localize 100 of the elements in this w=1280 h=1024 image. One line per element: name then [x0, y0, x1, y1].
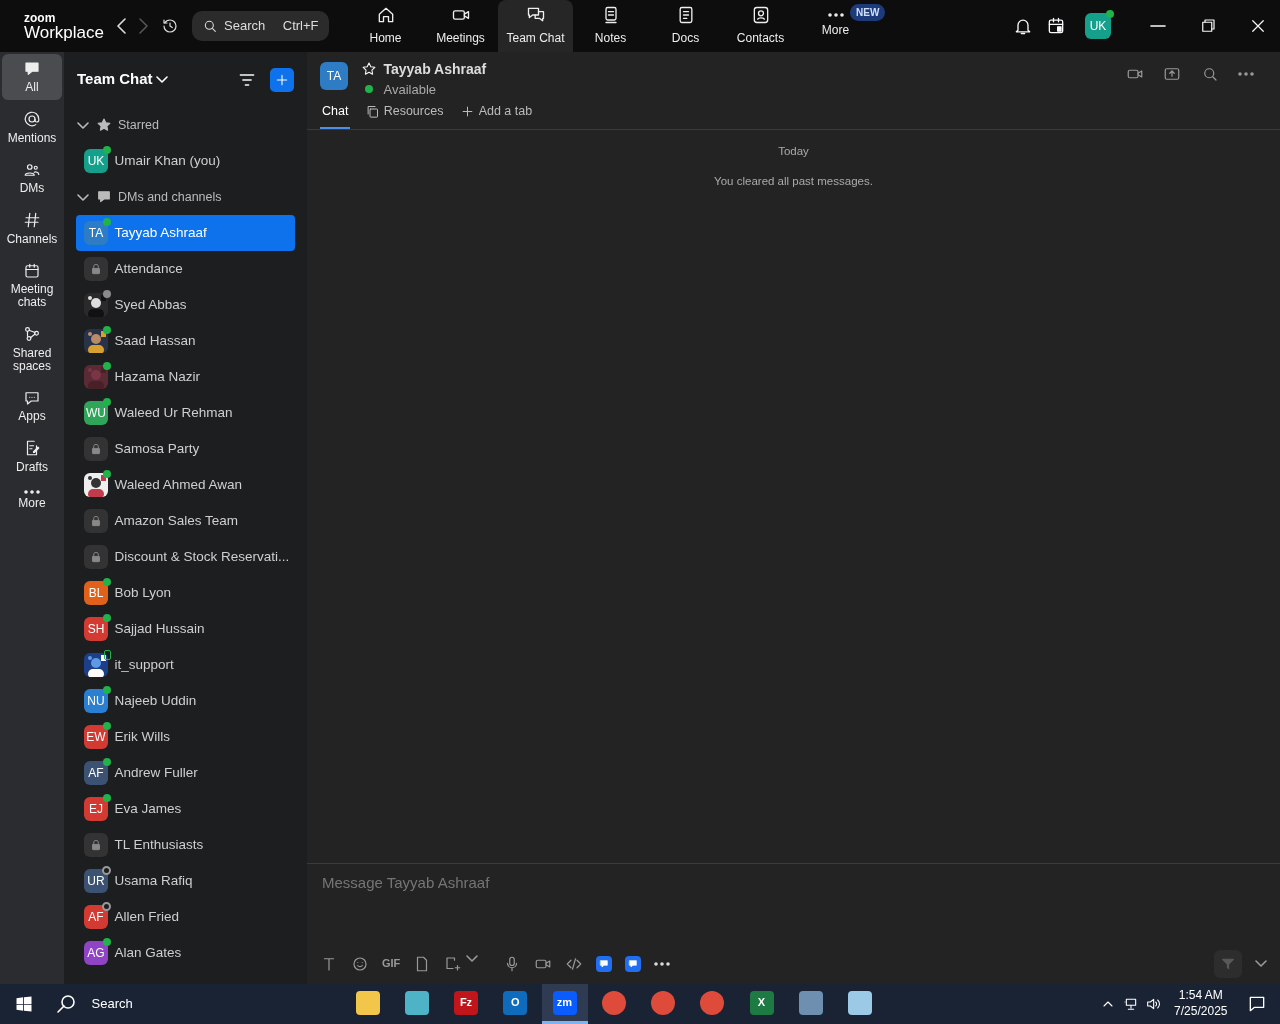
rail-item[interactable]: DMs — [2, 154, 62, 202]
section-header[interactable]: Starred — [64, 107, 172, 143]
rail-item[interactable]: Shared spaces — [2, 319, 62, 379]
rail-item[interactable]: Drafts — [2, 433, 62, 480]
rail-item[interactable]: Mentions — [2, 104, 62, 151]
app-icon — [598, 958, 609, 969]
new-chat-button[interactable] — [270, 67, 294, 92]
lock-icon — [89, 514, 103, 528]
conversation-item[interactable]: AG Alan Gates — [76, 935, 295, 971]
rail-item[interactable]: Channels — [2, 205, 62, 252]
close-button[interactable] — [1249, 17, 1267, 35]
share-screen-button[interactable] — [1163, 65, 1181, 83]
hash-icon — [23, 211, 41, 230]
back-button[interactable] — [116, 18, 126, 34]
conversation-item[interactable]: SH Sajjad Hussain — [76, 611, 295, 647]
conversation-item[interactable]: NU Najeeb Uddin — [76, 683, 295, 719]
app-icon: Fz — [454, 990, 478, 1015]
conversation-item[interactable]: Discount & Stock Reservati... — [76, 539, 295, 575]
avatar: AG — [84, 941, 108, 965]
rail-item[interactable]: More — [2, 483, 62, 517]
conversation-item[interactable]: TA Tayyab Ashraaf — [76, 215, 295, 251]
close-icon — [1249, 17, 1267, 35]
status-text: Available — [383, 80, 437, 99]
speaker-icon — [1145, 996, 1162, 1012]
conversation-item[interactable]: Waleed Ahmed Awan — [76, 467, 295, 503]
conversation-item[interactable]: EJ Eva James — [76, 791, 295, 827]
chat-tab[interactable]: Add a tab — [458, 96, 535, 129]
screenshot-button[interactable] — [444, 954, 478, 973]
nav-tab[interactable]: Team Chat — [498, 0, 573, 52]
lock-icon — [89, 838, 103, 852]
conversation-item[interactable]: BL Bob Lyon — [76, 575, 295, 611]
contact-name: Tayyab Ashraaf — [383, 59, 487, 79]
rail-item[interactable]: Apps — [2, 383, 62, 430]
avatar: EJ — [84, 797, 108, 821]
conversation-item[interactable]: UR Usama Rafiq — [76, 863, 295, 899]
taskbar-app[interactable]: X — [738, 984, 785, 1024]
history-button[interactable] — [160, 17, 179, 35]
avatar: AF — [84, 905, 108, 929]
avatar: UK — [84, 149, 108, 173]
nav-tab[interactable]: Home — [348, 0, 423, 52]
conversation-item[interactable]: WU Waleed Ur Rehman — [76, 395, 295, 431]
avatar: TA — [84, 221, 108, 245]
app-icon — [627, 958, 638, 969]
search-field[interactable]: Search Ctrl+F — [191, 11, 329, 41]
new-badge: NEW — [850, 4, 886, 21]
speech-bubble-icon — [1247, 994, 1267, 1014]
avatar: SH — [84, 617, 108, 641]
conversation-item[interactable]: UK Umair Khan (you) — [76, 143, 295, 179]
more-button[interactable] — [653, 961, 670, 966]
chat-tab[interactable]: Resources — [363, 96, 446, 129]
lock-icon — [89, 262, 103, 276]
minimize-button[interactable] — [1150, 25, 1166, 27]
taskbar-search[interactable]: Search — [48, 992, 338, 1016]
send-options-button[interactable] — [1255, 960, 1267, 967]
nav-tab[interactable]: Contacts — [723, 0, 798, 52]
app-icon: zm — [552, 990, 577, 1015]
conversation-item[interactable]: Samosa Party — [76, 431, 295, 467]
search-placeholder: Search — [224, 17, 266, 36]
conversation-item[interactable]: Attendance — [76, 251, 295, 287]
forward-button[interactable] — [138, 18, 148, 34]
avatar: EW — [84, 725, 108, 749]
taskbar-app[interactable]: zm — [541, 984, 588, 1024]
rail-item[interactable]: Meeting chats — [2, 255, 62, 316]
gif-button[interactable]: GIF — [382, 955, 401, 972]
conversation-item[interactable]: EW Erik Wills — [76, 719, 295, 755]
chat-bubble-icon — [23, 60, 41, 78]
conversation-item[interactable]: Saad Hassan — [76, 323, 295, 359]
taskbar-app[interactable]: O — [492, 984, 539, 1024]
section-header[interactable]: DMs and channels — [64, 179, 235, 215]
star-button[interactable] — [361, 61, 377, 77]
more-dots-icon — [827, 13, 844, 18]
emoji-button[interactable] — [351, 954, 369, 973]
conversation-item[interactable]: AF Allen Fried — [76, 899, 295, 935]
message-input[interactable]: Message Tayyab Ashraaf — [320, 870, 1267, 895]
chevron-right-icon — [138, 18, 148, 34]
conversation-item[interactable]: Hazama Nazir — [76, 359, 295, 395]
rail-item[interactable]: All — [2, 54, 62, 101]
screenshot-icon — [444, 954, 463, 973]
conversation-item[interactable]: AF Andrew Fuller — [76, 755, 295, 791]
app-button[interactable] — [624, 955, 641, 972]
conversation-item[interactable]: TL Enthusiasts — [76, 827, 295, 863]
conversation-item[interactable]: Amazon Sales Team — [76, 503, 295, 539]
app-icon: X — [749, 990, 774, 1015]
panel-title-dropdown[interactable]: Team Chat — [77, 68, 168, 91]
conversation-item[interactable]: it_support — [76, 647, 295, 683]
nav-tab[interactable]: Meetings — [423, 0, 498, 52]
taskbar-app[interactable]: Fz — [443, 984, 489, 1024]
app-button[interactable] — [595, 955, 612, 972]
nav-tab[interactable]: Notes — [573, 0, 648, 52]
more-dots-icon — [24, 489, 40, 494]
volume-button[interactable] — [1145, 996, 1162, 1012]
more-dots-icon — [653, 961, 670, 966]
conversation-item[interactable]: Syed Abbas — [76, 287, 295, 323]
chat-tab[interactable]: Chat — [320, 96, 351, 129]
notifications-button[interactable] — [1247, 994, 1267, 1014]
share-screen-icon — [1163, 65, 1181, 83]
nav-tab[interactable]: Docs — [648, 0, 723, 52]
chevron-down-icon — [155, 76, 168, 83]
avatar: TA — [320, 61, 348, 90]
lock-icon — [89, 550, 103, 564]
